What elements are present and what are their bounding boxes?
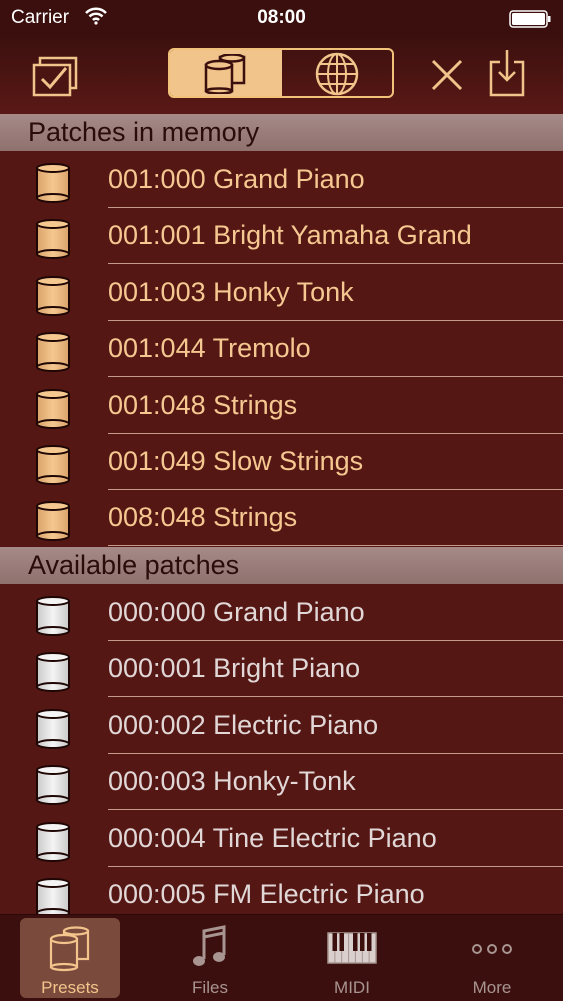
tab-bar: Presets Files MIDI More: [0, 914, 563, 1001]
clock: 08:00: [257, 7, 306, 28]
section-title: Available patches: [28, 550, 240, 580]
patch-cylinder-icon: [35, 651, 71, 698]
patch-label: 000:000 Grand Piano: [108, 597, 365, 627]
patch-row[interactable]: 001:003 Honky Tonk: [0, 265, 563, 321]
tab-midi[interactable]: MIDI: [282, 915, 422, 1001]
patch-cylinder-icon: [35, 500, 71, 547]
patch-row[interactable]: 000:001 Bright Piano: [0, 641, 563, 698]
patch-row[interactable]: 000:003 Honky-Tonk: [0, 754, 563, 811]
patch-label: 001:000 Grand Piano: [108, 164, 365, 194]
patch-cylinder-icon: [35, 162, 71, 209]
patch-cylinder-icon: [35, 331, 71, 378]
patch-row[interactable]: 001:000 Grand Piano: [0, 152, 563, 208]
cylinders-icon: [0, 925, 140, 978]
patch-label: 000:003 Honky-Tonk: [108, 766, 356, 797]
tab-label: MIDI: [334, 978, 370, 997]
patch-cylinder-icon: [35, 218, 71, 265]
patch-cylinder-icon: [35, 764, 71, 811]
patch-label: 001:048 Strings: [108, 389, 298, 420]
patch-cylinder-icon: [35, 821, 71, 868]
patch-label: 001:003 Honky Tonk: [108, 276, 354, 307]
patch-label: 008:048 Strings: [108, 502, 298, 533]
patch-cylinder-icon: [35, 275, 71, 322]
cylinders-icon: [204, 54, 246, 94]
patch-row[interactable]: 008:048 Strings: [0, 490, 563, 547]
toolbar: [0, 38, 563, 114]
patch-label: 001:049 Slow Strings: [108, 446, 364, 476]
music-note-icon: [140, 925, 280, 978]
more-dots-icon: [422, 925, 562, 978]
download-icon[interactable]: [488, 48, 526, 103]
checkbox-icon[interactable]: [32, 56, 80, 103]
section-header-available: Available patches: [0, 547, 563, 584]
segment-globe[interactable]: [282, 50, 392, 96]
patch-row[interactable]: 001:048 Strings: [0, 378, 563, 434]
segment-memory[interactable]: [170, 50, 282, 96]
patch-label: 001:044 Tremolo: [108, 333, 311, 364]
close-icon[interactable]: [430, 58, 464, 97]
patch-row[interactable]: 000:000 Grand Piano: [0, 585, 563, 641]
tab-label: More: [472, 978, 512, 997]
patch-row[interactable]: 001:049 Slow Strings: [0, 434, 563, 490]
patch-cylinder-icon: [35, 444, 71, 491]
patch-cylinder-icon: [35, 388, 71, 435]
patch-label: 000:001 Bright Piano: [108, 653, 361, 684]
patch-label: 000:002 Electric Piano: [108, 709, 379, 740]
section-header-memory: Patches in memory: [0, 114, 563, 151]
patch-cylinder-icon: [35, 708, 71, 755]
patch-label: 000:005 FM Electric Piano: [108, 879, 425, 909]
tab-files[interactable]: Files: [140, 915, 280, 1001]
patch-label: 001:001 Bright Yamaha Grand: [108, 220, 472, 251]
tab-presets[interactable]: Presets: [0, 915, 140, 1001]
patch-row[interactable]: 000:002 Electric Piano: [0, 698, 563, 754]
tab-more[interactable]: More: [422, 915, 562, 1001]
patch-label: 000:004 Tine Electric Piano: [108, 822, 437, 853]
patch-cylinder-icon: [35, 595, 71, 642]
battery-icon: [509, 10, 551, 34]
keyboard-icon: [282, 925, 422, 978]
tab-label: Presets: [41, 978, 99, 997]
patch-row[interactable]: 001:044 Tremolo: [0, 321, 563, 378]
status-bar: Carrier 08:00: [0, 0, 563, 38]
globe-icon: [315, 52, 359, 96]
patch-row[interactable]: 001:001 Bright Yamaha Grand: [0, 208, 563, 265]
patch-row[interactable]: 000:004 Tine Electric Piano: [0, 811, 563, 867]
tab-label: Files: [192, 978, 228, 997]
section-title: Patches in memory: [28, 117, 260, 147]
source-segmented-control: [168, 48, 394, 98]
